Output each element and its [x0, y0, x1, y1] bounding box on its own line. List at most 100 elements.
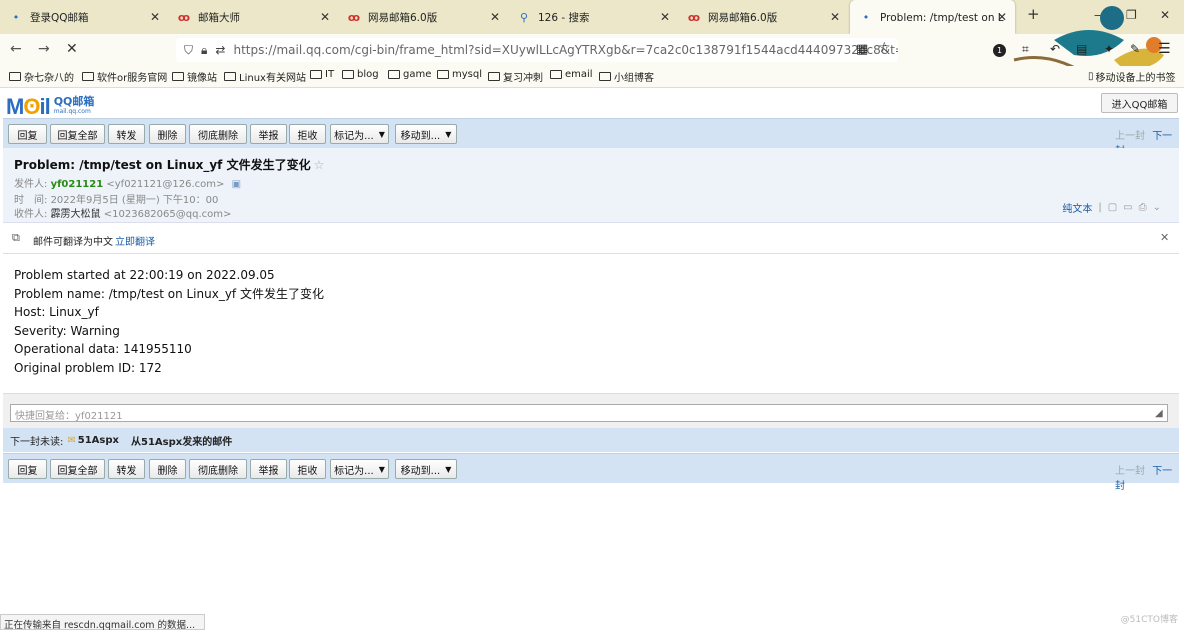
close-icon[interactable]: ✕ — [490, 10, 500, 24]
report-button[interactable]: 举报 — [250, 124, 287, 144]
menu-icon[interactable]: ☰ — [1158, 41, 1171, 57]
new-window-icon[interactable]: ▢ — [1108, 202, 1117, 213]
translate-link[interactable]: 立即翻译 — [115, 233, 155, 248]
resize-handle-icon[interactable]: ◢ — [1155, 408, 1163, 419]
move-to-dropdown[interactable]: 移动到... ▼ — [395, 124, 457, 144]
restore-icon[interactable]: ❐ — [1126, 8, 1137, 22]
enter-qq-mail-button[interactable]: 进入QQ邮箱 — [1101, 93, 1178, 113]
next-unread-bar: 下一封未读: ✉ 51Aspx 从51Aspx发来的邮件 — [3, 428, 1179, 452]
recipient-name[interactable]: 霹雳大松鼠 — [51, 209, 101, 220]
mark-as-dropdown[interactable]: 标记为... ▼ — [330, 124, 389, 144]
reject-button[interactable]: 拒收 — [289, 459, 326, 479]
new-tab-icon[interactable]: + — [1027, 5, 1040, 23]
bookmark-folder[interactable]: IT — [310, 69, 334, 80]
reply-all-button[interactable]: 回复全部 — [50, 124, 105, 144]
qr-code-icon[interactable]: ▦ — [856, 42, 868, 57]
envelope-icon: ✉ — [67, 434, 76, 446]
delete-button[interactable]: 删除 — [149, 124, 186, 144]
bookmark-folder[interactable]: mysql — [437, 69, 482, 80]
folder-icon — [437, 70, 449, 79]
folder-icon — [388, 70, 400, 79]
tab-search[interactable]: ⚲ 126 - 搜索 ✕ — [508, 0, 678, 34]
permissions-icon[interactable]: ⇄ — [215, 43, 225, 57]
tab-163-mail-2[interactable]: ꝏ 网易邮箱6.0版 ✕ — [678, 0, 848, 34]
dot-icon: • — [862, 10, 870, 24]
bookmark-folder[interactable]: email — [550, 69, 593, 80]
bookmark-folder[interactable]: 小组博客 — [599, 69, 654, 84]
tab-problem-active[interactable]: • Problem: /tmp/test on Linux_yf 文件发生了变化… — [850, 0, 1015, 34]
tab-163-mail[interactable]: ꝏ 网易邮箱6.0版 ✕ — [338, 0, 508, 34]
bookmark-folder[interactable]: 杂七杂八的 — [9, 69, 74, 84]
qq-mail-logo[interactable]: Mʘil QQ邮箱 mail.qq.com — [6, 94, 94, 120]
reply-button[interactable]: 回复 — [8, 124, 47, 144]
tab-title: 邮箱大师 — [198, 11, 240, 24]
close-icon[interactable]: ✕ — [660, 10, 670, 24]
extension-icon[interactable]: ✦ — [1104, 42, 1114, 56]
close-icon[interactable]: ✕ — [830, 10, 840, 24]
plain-text-link[interactable]: 纯文本 — [1062, 200, 1092, 215]
bookmark-folder[interactable]: Linux有关网站 — [224, 69, 306, 84]
archive-icon[interactable]: ▭ — [1123, 202, 1132, 213]
notification-badge[interactable]: 1 — [993, 44, 1006, 57]
tab-qq-login[interactable]: • 登录QQ邮箱 ✕ — [0, 0, 168, 34]
next-unread-subject[interactable]: 从51Aspx发来的邮件 — [131, 433, 232, 448]
delete-permanent-button[interactable]: 彻底删除 — [189, 124, 247, 144]
contact-card-icon[interactable]: ▣ — [232, 179, 241, 190]
folder-icon — [599, 72, 611, 81]
print-icon[interactable]: ⎙ — [1139, 202, 1147, 213]
close-icon[interactable]: ✕ — [1160, 231, 1169, 244]
prev-mail-link[interactable]: 上一封 — [1115, 131, 1145, 142]
bookmark-folder[interactable]: blog — [342, 69, 379, 80]
bookmark-folder[interactable]: 软件or服务官网 — [82, 69, 167, 84]
sender-name[interactable]: yf021121 — [51, 179, 104, 190]
folder-icon — [550, 70, 562, 79]
move-to-dropdown[interactable]: 移动到... ▼ — [395, 459, 457, 479]
undo-icon[interactable]: ↶ — [1050, 42, 1060, 56]
quick-reply-input[interactable]: 快捷回复给：yf021121 — [10, 404, 1168, 422]
chevron-down-icon[interactable]: ⌄ — [1153, 202, 1161, 213]
mark-as-dropdown[interactable]: 标记为... ▼ — [330, 459, 389, 479]
tab-mail-master[interactable]: ꝏ 邮箱大师 ✕ — [168, 0, 338, 34]
sidebar-icon[interactable]: ▤ — [1076, 42, 1087, 56]
forward-icon[interactable]: → — [38, 41, 50, 57]
time-line: 时 间: 2022年9月5日 (星期一) 下午10：00 — [14, 195, 219, 206]
mail163-icon: ꝏ — [177, 10, 191, 24]
share-icon[interactable]: ✎ — [1130, 42, 1140, 56]
mail163-icon: ꝏ — [687, 10, 701, 24]
minimize-icon[interactable]: — — [1094, 8, 1106, 22]
lock-icon[interactable]: 🔒︎ — [201, 43, 207, 58]
close-icon[interactable]: ✕ — [320, 10, 330, 24]
quick-reply-area: 快捷回复给：yf021121 ◢ — [3, 393, 1179, 428]
chevron-down-icon: ▼ — [445, 464, 452, 474]
forward-button[interactable]: 转发 — [108, 459, 145, 479]
close-icon[interactable]: ✕ — [150, 10, 160, 24]
stop-icon[interactable]: ✕ — [66, 41, 78, 57]
mail-header: Problem: /tmp/test on Linux_yf 文件发生了变化 ☆ … — [3, 148, 1179, 222]
bookmark-folder[interactable]: game — [388, 69, 431, 80]
mobile-bookmarks[interactable]: ▯ 移动设备上的书签 — [1088, 69, 1176, 84]
star-icon[interactable]: ☆ — [314, 158, 325, 172]
close-window-icon[interactable]: ✕ — [1160, 8, 1170, 22]
report-button[interactable]: 举报 — [250, 459, 287, 479]
prev-mail-link[interactable]: 上一封 — [1115, 466, 1145, 477]
mail-toolbar-top: 回复 回复全部 转发 删除 彻底删除 举报 拒收 标记为... ▼ 移动到... ▼… — [3, 118, 1179, 157]
reply-all-button[interactable]: 回复全部 — [50, 459, 105, 479]
delete-permanent-button[interactable]: 彻底删除 — [189, 459, 247, 479]
back-icon[interactable]: ← — [10, 41, 22, 57]
folder-icon — [488, 72, 500, 81]
url-bar[interactable]: ⛉ 🔒︎ ⇄ https://mail.qq.com/cgi-bin/frame… — [176, 38, 898, 62]
shield-icon[interactable]: ⛉ — [184, 43, 193, 58]
reply-button[interactable]: 回复 — [8, 459, 47, 479]
forward-button[interactable]: 转发 — [108, 124, 145, 144]
bookmark-folder[interactable]: 复习冲刺 — [488, 69, 543, 84]
delete-button[interactable]: 删除 — [149, 459, 186, 479]
mail163-icon: ꝏ — [347, 10, 361, 24]
crop-icon[interactable]: ⌗ — [1022, 42, 1029, 57]
reject-button[interactable]: 拒收 — [289, 124, 326, 144]
chevron-down-icon: ▼ — [378, 464, 385, 474]
bookmark-folder[interactable]: 镜像站 — [172, 69, 217, 84]
star-icon[interactable]: ☆ — [878, 40, 891, 56]
next-unread-sender[interactable]: 51Aspx — [78, 435, 119, 446]
close-icon[interactable]: ✕ — [997, 10, 1007, 24]
tab-title: 126 - 搜索 — [538, 11, 590, 24]
